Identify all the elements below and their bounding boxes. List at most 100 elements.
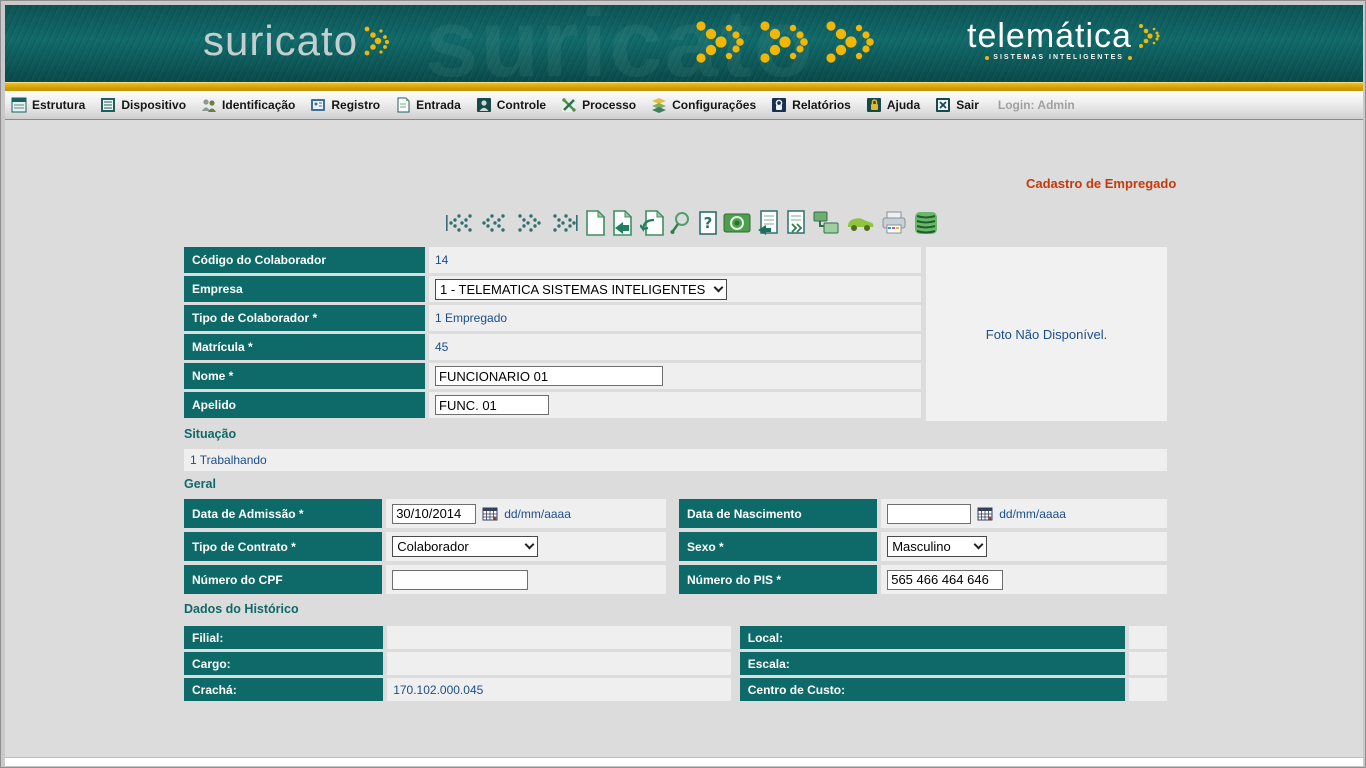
form-row-empresa: Empresa 1 - TELEMATICA SISTEMAS INTELIGE… <box>184 276 921 302</box>
empresa-select[interactable]: 1 - TELEMATICA SISTEMAS INTELIGENTES <box>435 279 727 300</box>
search-icon[interactable] <box>669 208 693 238</box>
admissao-date-input[interactable] <box>392 504 476 524</box>
menu-item-label: Dispositivo <box>121 98 186 112</box>
nascimento-format-hint: dd/mm/aaaa <box>999 507 1066 521</box>
employee-photo-placeholder: Foto Não Disponível. <box>926 247 1167 421</box>
badge-assign-icon[interactable] <box>812 208 840 238</box>
menu-item-label: Sair <box>956 98 979 112</box>
calendar-icon[interactable] <box>977 506 993 521</box>
photo-capture-icon[interactable] <box>723 208 751 238</box>
situacao-section-header: Situação <box>184 427 236 441</box>
nome-value-cell <box>429 363 921 389</box>
apelido-label: Apelido <box>184 392 425 418</box>
entrada-icon <box>395 97 411 113</box>
menu-item-relatorios[interactable]: Relatórios <box>771 97 851 113</box>
nav-previous-icon[interactable] <box>481 208 509 238</box>
telematica-tagline: SISTEMAS INTELIGENTES <box>967 54 1132 61</box>
form-row-cpf-pis: Número do CPF Número do PIS * <box>184 565 1167 594</box>
menu-item-label: Configurações <box>672 98 756 112</box>
menu-item-label: Estrutura <box>32 98 85 112</box>
geral-section-header: Geral <box>184 477 216 491</box>
banner: suricato suricato <box>5 5 1363 82</box>
relatorios-icon <box>771 97 787 113</box>
vehicle-icon[interactable] <box>845 208 875 238</box>
estrutura-icon <box>11 97 27 113</box>
save-record-icon[interactable] <box>611 208 635 238</box>
menu-item-label: Identificação <box>222 98 295 112</box>
identificacao-icon <box>201 97 217 113</box>
undo-record-icon[interactable] <box>640 208 664 238</box>
cracha-value: 170.102.000.045 <box>387 678 731 701</box>
situacao-value: 1 Trabalhando <box>184 449 1167 471</box>
contrato-select[interactable]: Colaborador <box>392 536 538 557</box>
filial-value <box>387 626 731 649</box>
menu-item-ajuda[interactable]: Ajuda <box>866 97 920 113</box>
form-row-cracha-centro-custo: Crachá: 170.102.000.045 Centro de Custo: <box>184 678 1167 701</box>
menu-item-controle[interactable]: Controle <box>476 97 546 113</box>
banner-chevrons-icon <box>693 14 893 72</box>
help-document-icon[interactable]: ? <box>698 208 718 238</box>
menu-item-processo[interactable]: Processo <box>561 97 636 113</box>
photo-placeholder-text: Foto Não Disponível. <box>986 327 1107 342</box>
empresa-value-cell: 1 - TELEMATICA SISTEMAS INTELIGENTES <box>429 276 921 302</box>
menu-item-registro[interactable]: Registro <box>310 97 380 113</box>
menu-item-label: Entrada <box>416 98 461 112</box>
nav-next-icon[interactable] <box>514 208 542 238</box>
form-row-contrato-sexo: Tipo de Contrato * Colaborador Sexo * Ma… <box>184 532 1167 561</box>
pis-label: Número do PIS * <box>679 565 877 594</box>
sexo-value-cell: Masculino <box>881 532 1167 561</box>
cpf-value-cell <box>386 565 666 594</box>
print-icon[interactable] <box>880 208 908 238</box>
admissao-label: Data de Admissão * <box>184 499 382 528</box>
pis-input[interactable] <box>887 570 1003 590</box>
menu-item-dispositivo[interactable]: Dispositivo <box>100 97 186 113</box>
centro-custo-label: Centro de Custo: <box>740 678 1125 701</box>
telematica-logo: telemática SISTEMAS INTELIGENTES <box>967 19 1160 61</box>
login-status: Login: Admin <box>998 98 1075 112</box>
cracha-label: Crachá: <box>184 678 383 701</box>
gold-accent-bar <box>5 82 1363 91</box>
telematica-logo-text: telemática <box>967 19 1132 53</box>
tagline-dot-icon <box>985 56 989 60</box>
nav-first-icon[interactable] <box>444 208 476 238</box>
matricula-value: 45 <box>429 334 921 360</box>
cpf-input[interactable] <box>392 570 528 590</box>
menu-item-configuracoes[interactable]: Configurações <box>651 97 756 113</box>
nascimento-date-input[interactable] <box>887 504 971 524</box>
contrato-label: Tipo de Contrato * <box>184 532 382 561</box>
ajuda-icon <box>866 97 882 113</box>
form-row-admissao-nascimento: Data de Admissão * dd/mm/aaaa Data de Na… <box>184 499 1167 528</box>
svg-text:?: ? <box>704 214 713 232</box>
menu-item-label: Processo <box>582 98 636 112</box>
menu-item-estrutura[interactable]: Estrutura <box>11 97 85 113</box>
apelido-input[interactable] <box>435 395 549 415</box>
menu-item-label: Controle <box>497 98 546 112</box>
empresa-label: Empresa <box>184 276 425 302</box>
matricula-label: Matrícula * <box>184 334 425 360</box>
menu-item-label: Ajuda <box>887 98 920 112</box>
escala-label: Escala: <box>740 652 1125 675</box>
suricato-logo-text: suricato <box>203 17 358 65</box>
new-record-icon[interactable] <box>584 208 606 238</box>
main-content: Cadastro de Empregado <box>5 120 1363 757</box>
form-row-matricula: Matrícula * 45 <box>184 334 921 360</box>
sexo-select[interactable]: Masculino <box>887 536 987 557</box>
nome-label: Nome * <box>184 363 425 389</box>
local-label: Local: <box>740 626 1125 649</box>
report-edit-icon[interactable] <box>756 208 780 238</box>
form-row-apelido: Apelido <box>184 392 921 418</box>
calendar-icon[interactable] <box>482 506 498 521</box>
menu-item-sair[interactable]: Sair <box>935 97 979 113</box>
admissao-value-cell: dd/mm/aaaa <box>386 499 666 528</box>
historico-section-header: Dados do Histórico <box>184 602 299 616</box>
nav-last-icon[interactable] <box>547 208 579 238</box>
report-forward-icon[interactable] <box>785 208 807 238</box>
menu-item-identificacao[interactable]: Identificação <box>201 97 295 113</box>
nome-input[interactable] <box>435 366 663 386</box>
menu-item-entrada[interactable]: Entrada <box>395 97 461 113</box>
codigo-value: 14 <box>429 247 921 273</box>
centro-custo-value <box>1129 678 1167 701</box>
suricato-logo: suricato <box>203 17 389 65</box>
report-list-icon[interactable] <box>913 208 939 238</box>
form-row-nome: Nome * <box>184 363 921 389</box>
